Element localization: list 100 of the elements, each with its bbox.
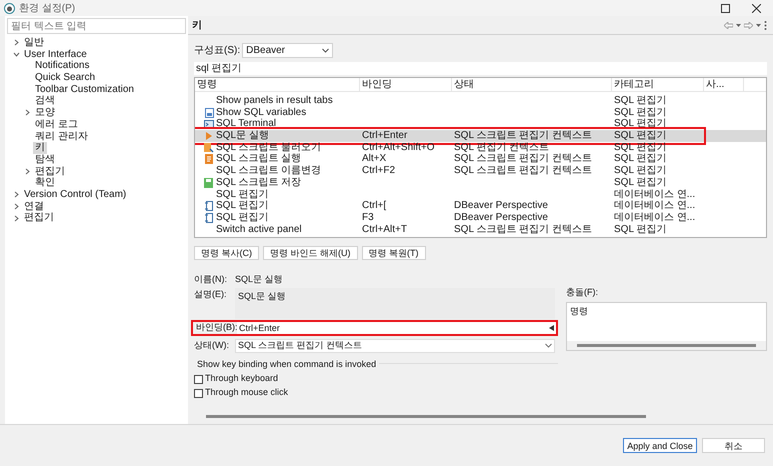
table-cell-text: SQL 편집기 xyxy=(613,95,668,107)
name-value: SQL문 실행 xyxy=(235,273,283,286)
tree-item[interactable]: 연결 xyxy=(22,200,46,212)
table-cell-text: SQL 편집기 xyxy=(613,118,668,130)
command-button[interactable]: 명령 복사(C) xyxy=(194,246,259,260)
binding-field[interactable]: Ctrl+Enter xyxy=(237,322,556,334)
command-button[interactable]: 명령 복원(T) xyxy=(362,246,426,260)
description-field[interactable]: SQL문 실행 xyxy=(235,288,555,319)
table-cell-text: Alt+X xyxy=(361,153,388,166)
column-header[interactable]: 명령 xyxy=(195,78,360,91)
tree-item[interactable]: 에러 로그 xyxy=(33,118,80,131)
table-cell-text: F3 xyxy=(361,212,375,224)
tree-item[interactable]: 확인 xyxy=(33,177,57,189)
checkbox[interactable] xyxy=(194,374,203,384)
checkbox-label: Through mouse click xyxy=(205,386,288,400)
chevron-down-icon xyxy=(322,48,330,53)
table-row[interactable]: SQL 편집기 Ctrl+[ DBeaver Perspective 데이터베이스 연... xyxy=(195,200,766,212)
tree-item[interactable]: 탐색 xyxy=(33,154,57,166)
table-cell-text: Ctrl+Alt+Shift+O xyxy=(361,142,436,154)
script-icon xyxy=(204,154,214,164)
table-row[interactable]: SQL 스크립트 불러오기 Ctrl+Alt+Shift+O SQL 편집기 컨텍스트 SQL 편집기 xyxy=(195,142,766,154)
play-icon xyxy=(206,132,212,140)
table-cell-text: SQL 스크립트 편집기 컨텍스트 xyxy=(453,165,593,177)
tree-item[interactable]: User Interface xyxy=(22,48,89,60)
table-cell: SQL Terminal xyxy=(216,118,276,130)
table-row[interactable]: SQL 편집기 F3 DBeaver Perspective 데이터베이스 연... xyxy=(195,212,766,224)
conflicts-label: 충돌(F): xyxy=(566,286,599,299)
table-row[interactable]: SQL 스크립트 실행 Alt+X SQL 스크립트 편집기 컨텍스트 SQL 편집기 xyxy=(195,153,766,166)
chevron-right-icon[interactable] xyxy=(24,109,31,116)
tree-item[interactable]: Toolbar Customization xyxy=(33,84,136,96)
table-cell-text: 데이터베이스 연... xyxy=(613,188,696,200)
scrollbar[interactable] xyxy=(577,344,756,346)
table-row[interactable]: SQL Terminal SQL 편집기 xyxy=(195,118,766,130)
table-cell-text: SQL 편집기 xyxy=(613,165,668,177)
scrollbar[interactable] xyxy=(206,415,646,418)
table-cell-text: SQL 편집기 xyxy=(613,176,668,189)
dialog-button[interactable]: Apply and Close xyxy=(623,438,697,453)
table-row[interactable]: Switch active panel Ctrl+Alt+T SQL 스크립트 편집기 컨텍스트 SQL 편집기 xyxy=(195,224,766,236)
table-cell-text: SQL 편집기 컨텍스트 xyxy=(453,142,550,154)
tree-item[interactable]: 편집기 xyxy=(33,166,67,178)
scheme-dropdown[interactable]: DBeaver xyxy=(242,43,334,58)
table-cell-text: DBeaver Perspective xyxy=(453,212,549,224)
table-cell-text: DBeaver Perspective xyxy=(453,200,549,212)
app-icon xyxy=(4,2,15,14)
table-cell: SQL 편집기 xyxy=(216,212,268,224)
table-row[interactable]: Show SQL variables SQL 편집기 xyxy=(195,106,766,118)
chevron-right-icon[interactable] xyxy=(13,39,20,46)
tree-item[interactable]: Version Control (Team) xyxy=(22,188,128,201)
tree-item[interactable]: 편집기 xyxy=(22,212,56,224)
command-filter-field[interactable]: sql 편집기 xyxy=(194,62,767,75)
tree-item[interactable]: Notifications xyxy=(33,60,92,72)
table-row[interactable]: SQL 스크립트 이름변경 Ctrl+F2 SQL 스크립트 편집기 컨텍스트 SQL 편집기 xyxy=(195,165,766,177)
table-row[interactable]: SQL 스크립트 저장 SQL 편집기 xyxy=(195,176,766,188)
dialog-button[interactable]: 취소 xyxy=(702,438,765,453)
table-cell: SQL 스크립트 실행 xyxy=(216,153,302,166)
table-cell: SQL 스크립트 불러오기 xyxy=(216,142,322,154)
dropdown-caret-icon[interactable] xyxy=(756,24,761,26)
column-header[interactable]: 카테고리 xyxy=(612,78,704,91)
when-dropdown[interactable]: SQL 스크립트 편집기 컨텍스트 xyxy=(235,338,555,352)
tree-item[interactable]: Quick Search xyxy=(33,72,98,84)
table-cell: Show panels in result tabs xyxy=(216,95,333,107)
close-icon[interactable] xyxy=(752,4,761,12)
save-icon xyxy=(204,178,214,188)
when-label: 상태(W): xyxy=(194,338,230,352)
tree-item[interactable]: 모양 xyxy=(33,107,57,119)
table-row[interactable]: Show panels in result tabs SQL 편집기 xyxy=(195,95,766,107)
filter-field[interactable]: 필터 텍스트 입력 xyxy=(7,18,186,34)
table-cell-text: Ctrl+Alt+T xyxy=(361,224,408,236)
chevron-right-icon[interactable] xyxy=(24,168,31,175)
column-header[interactable]: 사... xyxy=(704,78,744,91)
table-cell-text: 데이터베이스 연... xyxy=(613,212,696,224)
checkbox[interactable] xyxy=(194,388,203,398)
table-cell-text: Ctrl+[ xyxy=(361,200,388,212)
table-row[interactable]: SQL문 실행 Ctrl+Enter SQL 스크립트 편집기 컨텍스트 SQL 편집기 xyxy=(195,130,766,142)
scheme-label: 구성표(S): xyxy=(194,44,240,58)
tree-item[interactable]: 검색 xyxy=(33,95,57,108)
table-cell: SQL 편집기 xyxy=(216,200,268,212)
table-cell-text: SQL 스크립트 편집기 컨텍스트 xyxy=(453,224,593,236)
editor-icon xyxy=(204,212,214,223)
table-cell: SQL 스크립트 저장 xyxy=(216,176,302,189)
terminal-icon xyxy=(204,120,214,129)
command-button[interactable]: 명령 바인드 해제(U) xyxy=(263,246,358,260)
script-icon xyxy=(204,142,214,153)
group-title: Show key binding when command is invoked xyxy=(194,358,380,372)
more-icon[interactable] xyxy=(764,20,767,30)
table-cell-text: 데이터베이스 연... xyxy=(613,200,696,212)
column-header[interactable]: 바인딩 xyxy=(360,78,452,91)
tree-item[interactable]: 일반 xyxy=(22,37,46,49)
binding-label: 바인딩(B): xyxy=(196,321,237,334)
maximize-icon[interactable] xyxy=(721,4,730,12)
window-title: 환경 설정(P) xyxy=(19,2,76,16)
tree-item[interactable]: 키 xyxy=(33,142,47,154)
table-row[interactable]: SQL 편집기 데이터베이스 연... xyxy=(195,188,766,200)
tree-item[interactable]: 쿼리 관리자 xyxy=(33,130,90,142)
dropdown-caret-icon[interactable] xyxy=(736,24,741,26)
table-cell: Show SQL variables xyxy=(216,106,306,118)
column-header[interactable]: 상태 xyxy=(452,78,612,91)
caret-left-icon[interactable] xyxy=(549,325,554,331)
table-cell-text: SQL 스크립트 편집기 컨텍스트 xyxy=(453,153,593,166)
chevron-down-icon[interactable] xyxy=(13,51,20,58)
